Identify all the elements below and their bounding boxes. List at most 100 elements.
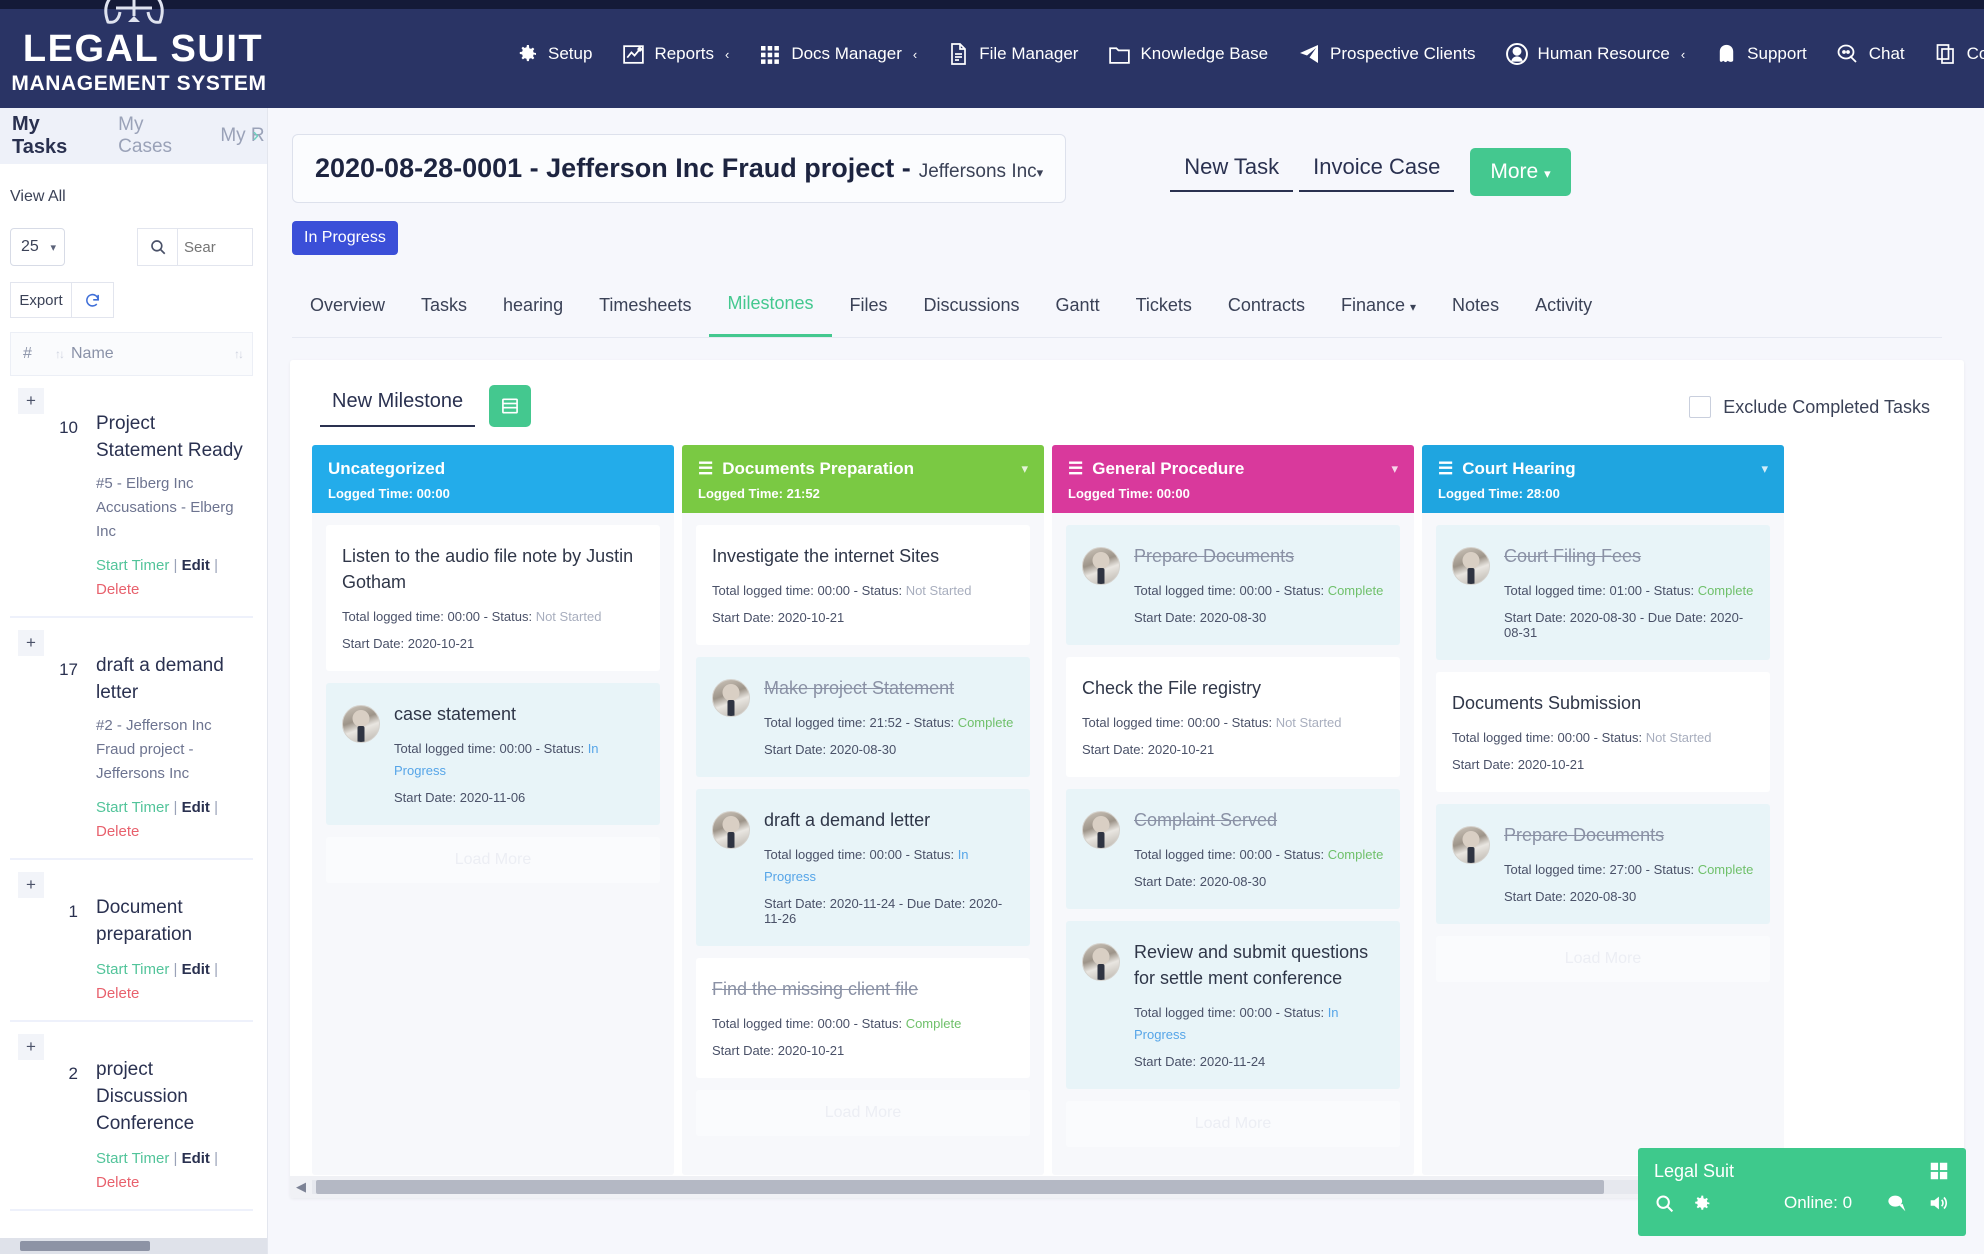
chat-bubble-icon[interactable] — [1886, 1192, 1910, 1214]
sort-icon[interactable]: ↑↓ — [55, 347, 63, 361]
sidebar-tab-my-cases[interactable]: My Cases — [118, 114, 200, 158]
invoice-case-button[interactable]: Invoice Case — [1299, 148, 1454, 192]
nav-item-chat[interactable]: Chat — [1821, 0, 1919, 108]
nav-item-file-manager[interactable]: File Manager — [931, 0, 1092, 108]
tab-finance[interactable]: Finance ▾ — [1323, 283, 1434, 336]
expand-row-button[interactable]: + — [18, 1034, 44, 1060]
load-more-button[interactable]: Load More — [1436, 936, 1770, 982]
tab-tickets[interactable]: Tickets — [1118, 283, 1210, 336]
drag-handle-icon[interactable]: ☰ — [698, 459, 713, 479]
task-card[interactable]: Make project Statement Total logged time… — [696, 657, 1030, 777]
sidebar-tab-my-r[interactable]: My R — [220, 125, 267, 147]
exclude-completed-tasks-checkbox[interactable]: Exclude Completed Tasks — [1689, 396, 1930, 418]
page-size-select[interactable]: 25 ▾ — [10, 228, 65, 266]
drag-handle-icon[interactable]: ☰ — [1438, 459, 1453, 479]
gear-icon[interactable] — [1691, 1193, 1712, 1214]
sidebar-tab-my-tasks[interactable]: My Tasks — [12, 113, 98, 159]
search-icon[interactable] — [137, 228, 177, 266]
new-task-button[interactable]: New Task — [1170, 148, 1293, 192]
start-timer-link[interactable]: Start Timer — [96, 799, 169, 816]
chevron-down-icon[interactable]: ▾ — [1761, 461, 1768, 477]
more-button[interactable]: More ▾ — [1470, 148, 1570, 196]
tab-overview[interactable]: Overview — [292, 283, 403, 336]
drag-handle-icon[interactable]: ☰ — [1068, 459, 1083, 479]
case-title-box[interactable]: 2020-08-28-0001 - Jefferson Inc Fraud pr… — [292, 134, 1066, 203]
search-icon[interactable] — [1654, 1193, 1675, 1214]
sort-icon[interactable]: ↑↓ — [234, 347, 242, 361]
scrollbar-thumb[interactable] — [316, 1180, 1604, 1194]
tab-timesheets[interactable]: Timesheets — [581, 283, 709, 336]
load-more-button[interactable]: Load More — [696, 1090, 1030, 1136]
delete-link[interactable]: Delete — [96, 823, 139, 840]
start-timer-link[interactable]: Start Timer — [96, 1150, 169, 1167]
nav-item-contracts[interactable]: Contracts — [1919, 0, 1984, 108]
chevron-down-icon[interactable]: ▾ — [1391, 461, 1398, 477]
task-card[interactable]: Prepare Documents Total logged time: 00:… — [1066, 525, 1400, 645]
nav-item-knowledge-base[interactable]: Knowledge Base — [1092, 0, 1282, 108]
tab-tasks[interactable]: Tasks — [403, 283, 485, 336]
task-list-item[interactable]: + 1 Document preparation Start Timer | E… — [10, 860, 253, 1022]
edit-link[interactable]: Edit — [182, 557, 210, 574]
nav-item-human-resource[interactable]: Human Resource ‹ — [1490, 0, 1700, 108]
task-card[interactable]: Check the File registry Total logged tim… — [1066, 657, 1400, 777]
task-title[interactable]: Project Statement Ready — [96, 384, 247, 464]
delete-link[interactable]: Delete — [96, 581, 139, 598]
expand-row-button[interactable]: + — [18, 872, 44, 898]
nav-item-docs-manager[interactable]: Docs Manager ‹ — [743, 0, 931, 108]
refresh-icon[interactable] — [72, 282, 114, 318]
scrollbar-thumb[interactable] — [20, 1241, 150, 1251]
export-button[interactable]: Export — [10, 282, 72, 318]
task-title[interactable]: draft a demand letter — [96, 626, 247, 706]
list-view-icon[interactable] — [489, 385, 531, 427]
grid-icon[interactable] — [1928, 1160, 1950, 1182]
expand-row-button[interactable]: + — [18, 630, 44, 656]
edit-link[interactable]: Edit — [182, 961, 210, 978]
task-list-item[interactable]: + 2 project Discussion Conference Start … — [10, 1022, 253, 1211]
expand-row-button[interactable]: + — [18, 388, 44, 414]
task-card[interactable]: case statement Total logged time: 00:00 … — [326, 683, 660, 825]
chevron-down-icon[interactable]: ▾ — [1021, 461, 1028, 477]
new-milestone-button[interactable]: New Milestone — [320, 384, 475, 427]
task-card[interactable]: Court Filing Fees Total logged time: 01:… — [1436, 525, 1770, 660]
tab-hearing[interactable]: hearing — [485, 283, 581, 336]
task-card[interactable]: Complaint Served Total logged time: 00:0… — [1066, 789, 1400, 909]
nav-item-prospective-clients[interactable]: Prospective Clients — [1282, 0, 1490, 108]
task-title[interactable]: Document preparation — [96, 868, 247, 948]
start-timer-link[interactable]: Start Timer — [96, 557, 169, 574]
start-timer-link[interactable]: Start Timer — [96, 961, 169, 978]
chat-widget[interactable]: Legal Suit Online: 0 — [1638, 1148, 1966, 1236]
case-client[interactable]: Jeffersons Inc▾ — [919, 161, 1043, 183]
scroll-left-arrow-icon[interactable]: ◀ — [290, 1179, 312, 1195]
nav-item-setup[interactable]: Setup — [500, 0, 606, 108]
chevron-right-icon[interactable]: › — [252, 125, 259, 148]
status-badge[interactable]: In Progress — [292, 221, 398, 255]
volume-icon[interactable] — [1926, 1192, 1950, 1214]
checkbox-box[interactable] — [1689, 396, 1711, 418]
load-more-button[interactable]: Load More — [326, 837, 660, 883]
delete-link[interactable]: Delete — [96, 1174, 139, 1191]
tab-contracts[interactable]: Contracts — [1210, 283, 1323, 336]
task-card[interactable]: Find the missing client file Total logge… — [696, 958, 1030, 1078]
task-card[interactable]: Investigate the internet Sites Total log… — [696, 525, 1030, 645]
tab-gantt[interactable]: Gantt — [1038, 283, 1118, 336]
task-card[interactable]: Prepare Documents Total logged time: 27:… — [1436, 804, 1770, 924]
search-input[interactable] — [177, 228, 253, 266]
tab-notes[interactable]: Notes — [1434, 283, 1517, 336]
delete-link[interactable]: Delete — [96, 985, 139, 1002]
nav-item-support[interactable]: Support — [1699, 0, 1821, 108]
edit-link[interactable]: Edit — [182, 1150, 210, 1167]
view-all-link[interactable]: View All — [10, 188, 253, 206]
sidebar-horizontal-scrollbar[interactable] — [0, 1238, 268, 1254]
task-title[interactable]: project Discussion Conference — [96, 1030, 247, 1137]
brand-logo[interactable]: LEGAL SUIT MANAGEMENT SYSTEM — [0, 0, 278, 108]
task-card[interactable]: draft a demand letter Total logged time:… — [696, 789, 1030, 946]
edit-link[interactable]: Edit — [182, 799, 210, 816]
task-list-item[interactable]: + 17 draft a demand letter #2 - Jefferso… — [10, 618, 253, 860]
task-list-item[interactable]: + 10 Project Statement Ready #5 - Elberg… — [10, 376, 253, 618]
tab-files[interactable]: Files — [832, 283, 906, 336]
tab-milestones[interactable]: Milestones — [709, 281, 831, 337]
task-card[interactable]: Review and submit questions for settle m… — [1066, 921, 1400, 1089]
load-more-button[interactable]: Load More — [1066, 1101, 1400, 1147]
tab-discussions[interactable]: Discussions — [906, 283, 1038, 336]
task-card[interactable]: Listen to the audio file note by Justin … — [326, 525, 660, 671]
